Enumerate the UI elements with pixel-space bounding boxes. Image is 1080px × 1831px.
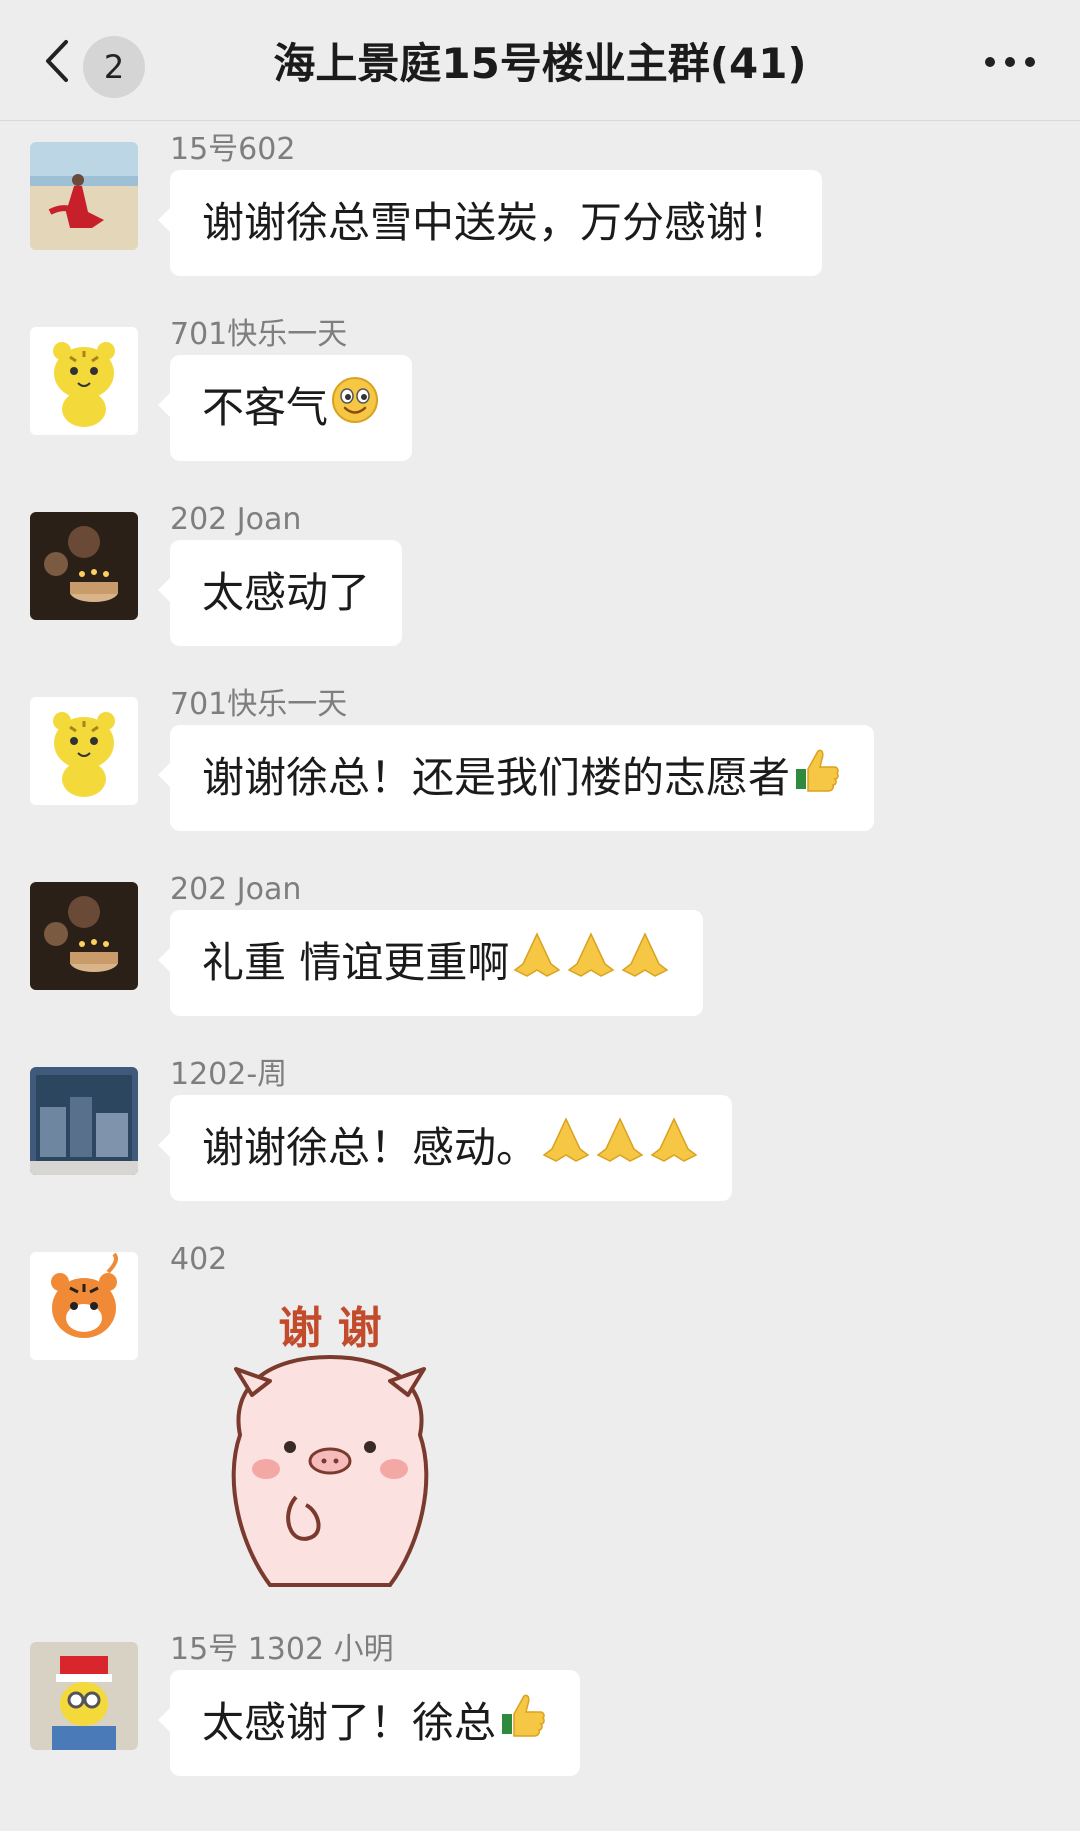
message-bubble[interactable]: 太感谢了！徐总 <box>157 1670 581 1779</box>
pray-emoji-icon <box>511 913 671 1019</box>
sender-name: 202 Joan <box>170 502 302 537</box>
avatar[interactable] <box>30 1642 138 1750</box>
smile-emoji-icon <box>330 358 380 464</box>
more-options-button[interactable] <box>980 42 1040 82</box>
minion-hat-photo-avatar-icon <box>30 1642 138 1750</box>
pig-sticker-icon: 谢 谢 <box>231 1303 429 1587</box>
thumbs-up-emoji-icon <box>792 728 842 834</box>
avatar[interactable] <box>30 1252 138 1360</box>
message-bubble[interactable]: 谢谢徐总！感动。 <box>157 1095 733 1204</box>
message-text: 谢谢徐总雪中送炭，万分感谢！ <box>202 198 791 247</box>
more-dots-icon <box>985 57 1035 67</box>
message-text: 太感动了 <box>202 568 371 617</box>
avatar[interactable] <box>30 327 138 435</box>
chat-title: 海上景庭15号楼业主群(41) <box>273 39 807 88</box>
message-bubble[interactable]: 谢谢徐总雪中送炭，万分感谢！ <box>157 170 823 276</box>
unread-count-badge[interactable]: 2 <box>83 36 145 98</box>
avatar[interactable] <box>30 697 138 805</box>
avatar[interactable] <box>30 512 138 620</box>
birthday-cake-photo-avatar-icon <box>30 882 138 990</box>
sender-name: 701快乐一天 <box>170 687 348 722</box>
message-bubble[interactable]: 谢谢徐总！还是我们楼的志愿者 <box>157 725 875 834</box>
message-bubble[interactable]: 太感动了 <box>157 540 403 646</box>
sender-name: 701快乐一天 <box>170 317 348 352</box>
yellow-tiger-avatar-icon <box>30 697 138 805</box>
sender-name: 15号602 <box>170 132 296 167</box>
yellow-tiger-avatar-icon <box>30 327 138 435</box>
painting-photo-avatar-icon <box>30 1067 138 1175</box>
message-text: 谢谢徐总！感动。 <box>202 1123 539 1172</box>
orange-tiger-avatar-icon <box>30 1252 138 1360</box>
sender-name: 1202-周 <box>170 1057 288 1092</box>
sender-name: 15号 1302 小明 <box>170 1632 394 1667</box>
pig-thanks-sticker[interactable]: 谢 谢 <box>200 1285 460 1599</box>
message-bubble[interactable]: 礼重 情谊更重啊 <box>157 910 704 1019</box>
avatar[interactable] <box>30 882 138 990</box>
message-bubble[interactable]: 不客气 <box>157 355 413 464</box>
message-text: 太感谢了！徐总 <box>202 1698 497 1747</box>
chevron-left-icon <box>46 40 68 82</box>
pray-emoji-icon <box>540 1098 700 1204</box>
birthday-cake-photo-avatar-icon <box>30 512 138 620</box>
chat-message: 402 谢 谢 <box>0 1240 1080 1610</box>
chat-header: 2 海上景庭15号楼业主群(41) <box>0 0 1080 121</box>
message-text: 礼重 情谊更重啊 <box>202 938 510 987</box>
sender-name: 402 <box>170 1242 228 1277</box>
beach-photo-avatar-icon <box>30 142 138 250</box>
avatar[interactable] <box>30 142 138 250</box>
message-text: 谢谢徐总！还是我们楼的志愿者 <box>202 753 791 802</box>
back-button[interactable] <box>40 38 80 84</box>
sender-name: 202 Joan <box>170 872 302 907</box>
message-text: 不客气 <box>202 383 329 432</box>
thumbs-up-emoji-icon <box>498 1673 548 1779</box>
sticker-text: 谢 谢 <box>278 1303 381 1354</box>
avatar[interactable] <box>30 1067 138 1175</box>
